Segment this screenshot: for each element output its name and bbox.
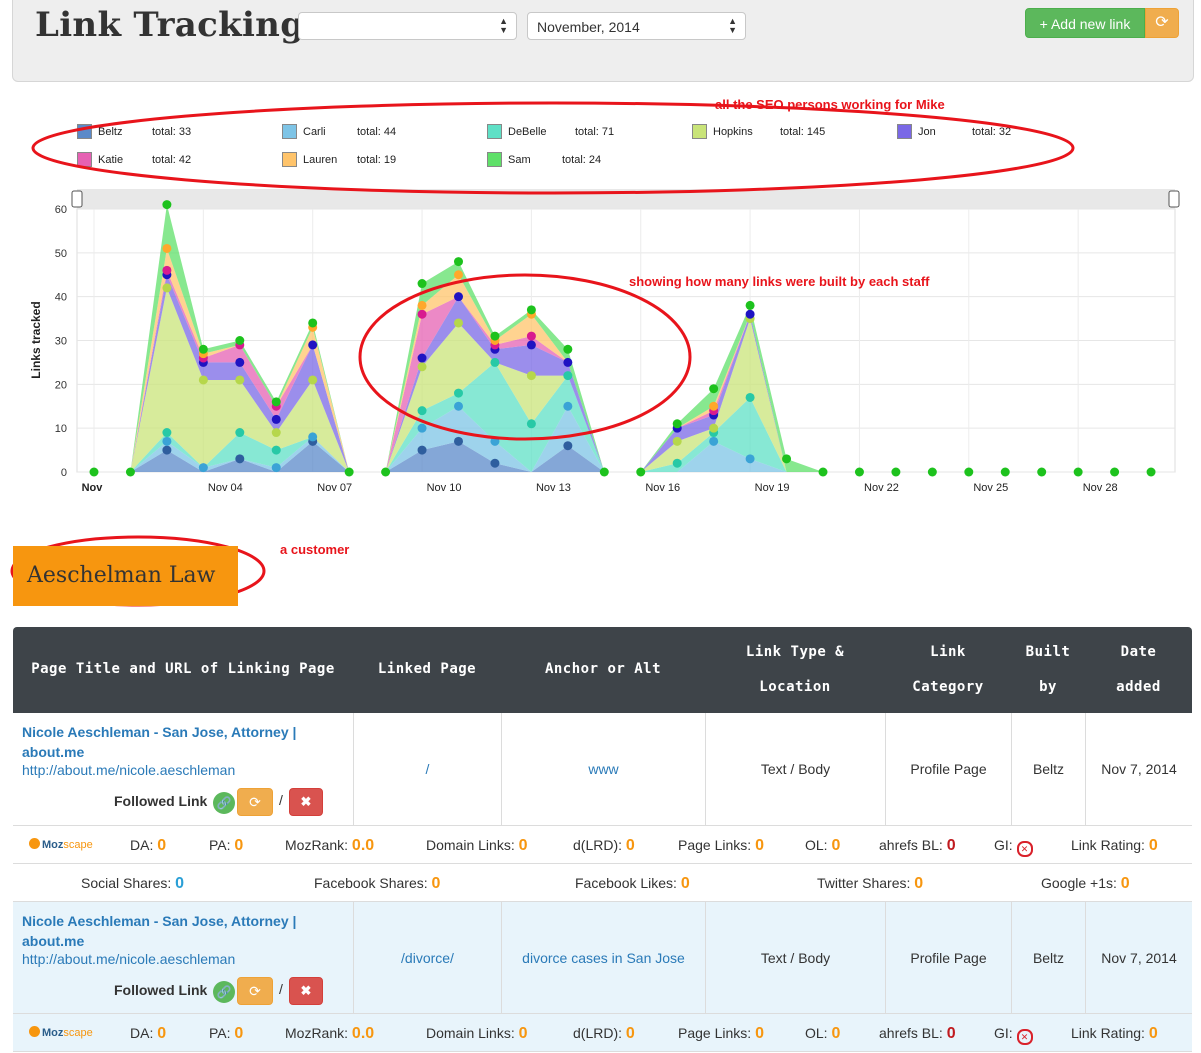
gi-error-icon: ✕ bbox=[1016, 841, 1033, 857]
page-title-cell: Nicole Aeschleman - San Jose, Attorney |… bbox=[13, 713, 353, 825]
moz-ball-icon bbox=[29, 838, 40, 849]
gi-error-icon: ✕ bbox=[1016, 1029, 1033, 1045]
ahrefs-bl: ahrefs BL: 0 bbox=[879, 1025, 956, 1042]
annotation-ring-chart bbox=[358, 273, 692, 441]
customer-name[interactable]: Aeschelman Law bbox=[13, 546, 238, 606]
table-header: Page Title and URL of Linking Page Linke… bbox=[13, 627, 1192, 713]
followed-link-label: Followed Link bbox=[114, 982, 208, 998]
link-icon[interactable]: 🔗 bbox=[213, 792, 235, 814]
anchor-link[interactable]: www bbox=[501, 713, 705, 825]
link-rating: Link Rating: 0 bbox=[1071, 837, 1158, 854]
social-metrics-row: Social Shares: 0 Facebook Shares: 0 Face… bbox=[13, 864, 1192, 902]
close-icon: ✖ bbox=[300, 794, 312, 809]
refresh-icon: ⟳ bbox=[249, 983, 261, 999]
moz-rank: MozRank: 0.0 bbox=[285, 837, 375, 854]
built-by-cell: Beltz bbox=[1011, 902, 1085, 1013]
link-type-cell: Text / Body bbox=[705, 902, 885, 1013]
table-row: Nicole Aeschleman - San Jose, Attorney |… bbox=[13, 713, 1192, 826]
col-header-anchor: Anchor or Alt bbox=[544, 661, 662, 677]
moz-metrics-row: Mozscape DA: 0 PA: 0 MozRank: 0.0 Domain… bbox=[13, 826, 1192, 864]
delete-row-button[interactable]: ✖ bbox=[289, 977, 323, 1005]
refresh-row-button[interactable]: ⟳ bbox=[237, 788, 273, 816]
delete-row-button[interactable]: ✖ bbox=[289, 788, 323, 816]
page-url-link[interactable]: http://about.me/nicole.aeschleman bbox=[22, 951, 235, 967]
moz-pa: PA: 0 bbox=[209, 1025, 244, 1042]
link-rating: Link Rating: 0 bbox=[1071, 1025, 1158, 1042]
separator-slash: / bbox=[279, 792, 283, 808]
ahrefs-bl: ahrefs BL: 0 bbox=[879, 837, 956, 854]
refresh-icon: ⟳ bbox=[249, 794, 261, 810]
col-header-built-by-line2: by bbox=[1039, 679, 1057, 695]
linked-page-link[interactable]: /divorce/ bbox=[353, 902, 501, 1013]
page-title-cell: Nicole Aeschleman - San Jose, Attorney |… bbox=[13, 902, 353, 1013]
moz-da: DA: 0 bbox=[130, 837, 167, 854]
moz-pa: PA: 0 bbox=[209, 837, 244, 854]
page-url-link[interactable]: http://about.me/nicole.aeschleman bbox=[22, 762, 235, 778]
col-header-linked-page: Linked Page bbox=[377, 661, 477, 677]
moz-da: DA: 0 bbox=[130, 1025, 167, 1042]
moz-metrics-row: Mozscape DA: 0 PA: 0 MozRank: 0.0 Domain… bbox=[13, 1014, 1192, 1052]
social-shares: Social Shares: 0 bbox=[81, 875, 185, 892]
moz-gi: GI: ✕ bbox=[994, 826, 1033, 864]
page-title-link[interactable]: Nicole Aeschleman - San Jose, Attorney |… bbox=[22, 722, 322, 762]
link-type-cell: Text / Body bbox=[705, 713, 885, 825]
col-header-link-type-line2: Location bbox=[759, 679, 831, 695]
refresh-row-button[interactable]: ⟳ bbox=[237, 977, 273, 1005]
moz-ball-icon bbox=[29, 1026, 40, 1037]
facebook-shares: Facebook Shares: 0 bbox=[314, 875, 441, 892]
linked-page-link[interactable]: / bbox=[353, 713, 501, 825]
moz-dlrd: d(LRD): 0 bbox=[573, 837, 635, 854]
link-icon[interactable]: 🔗 bbox=[213, 981, 235, 1003]
annotation-ring-legend bbox=[31, 101, 1075, 195]
moz-gi: GI: ✕ bbox=[994, 1014, 1033, 1052]
link-category-cell: Profile Page bbox=[885, 902, 1011, 1013]
page-title-link[interactable]: Nicole Aeschleman - San Jose, Attorney |… bbox=[22, 911, 322, 951]
moz-ol: OL: 0 bbox=[805, 837, 841, 854]
annotation-customer: a customer bbox=[280, 542, 350, 557]
twitter-shares: Twitter Shares: 0 bbox=[817, 875, 924, 892]
link-category-cell: Profile Page bbox=[885, 713, 1011, 825]
moz-domain-links: Domain Links: 0 bbox=[426, 1025, 528, 1042]
followed-link-label: Followed Link bbox=[114, 793, 208, 809]
moz-rank: MozRank: 0.0 bbox=[285, 1025, 375, 1042]
facebook-likes: Facebook Likes: 0 bbox=[575, 875, 690, 892]
anchor-link[interactable]: divorce cases in San Jose bbox=[501, 902, 705, 1013]
col-header-built-by: Built bbox=[1025, 644, 1071, 660]
col-header-date-line2: added bbox=[1116, 679, 1161, 695]
separator-slash: / bbox=[279, 981, 283, 997]
date-cell: Nov 7, 2014 bbox=[1085, 713, 1192, 825]
col-header-date: Date bbox=[1120, 644, 1157, 660]
date-cell: Nov 7, 2014 bbox=[1085, 902, 1192, 1013]
built-by-cell: Beltz bbox=[1011, 713, 1085, 825]
mozscape-logo: Mozscape bbox=[29, 838, 93, 851]
moz-page-links: Page Links: 0 bbox=[678, 1025, 764, 1042]
moz-dlrd: d(LRD): 0 bbox=[573, 1025, 635, 1042]
moz-domain-links: Domain Links: 0 bbox=[426, 837, 528, 854]
annotation-chart: showing how many links were built by eac… bbox=[629, 274, 930, 289]
mozscape-logo: Mozscape bbox=[29, 1026, 93, 1039]
col-header-page-title: Page Title and URL of Linking Page bbox=[31, 661, 335, 677]
table-row: Nicole Aeschleman - San Jose, Attorney |… bbox=[13, 902, 1192, 1014]
moz-page-links: Page Links: 0 bbox=[678, 837, 764, 854]
google-plus: Google +1s: 0 bbox=[1041, 875, 1130, 892]
moz-ol: OL: 0 bbox=[805, 1025, 841, 1042]
close-icon: ✖ bbox=[300, 983, 312, 998]
col-header-link-type: Link Type & bbox=[745, 644, 845, 660]
col-header-link-category-line2: Category bbox=[912, 679, 984, 695]
col-header-link-category: Link bbox=[930, 644, 966, 660]
